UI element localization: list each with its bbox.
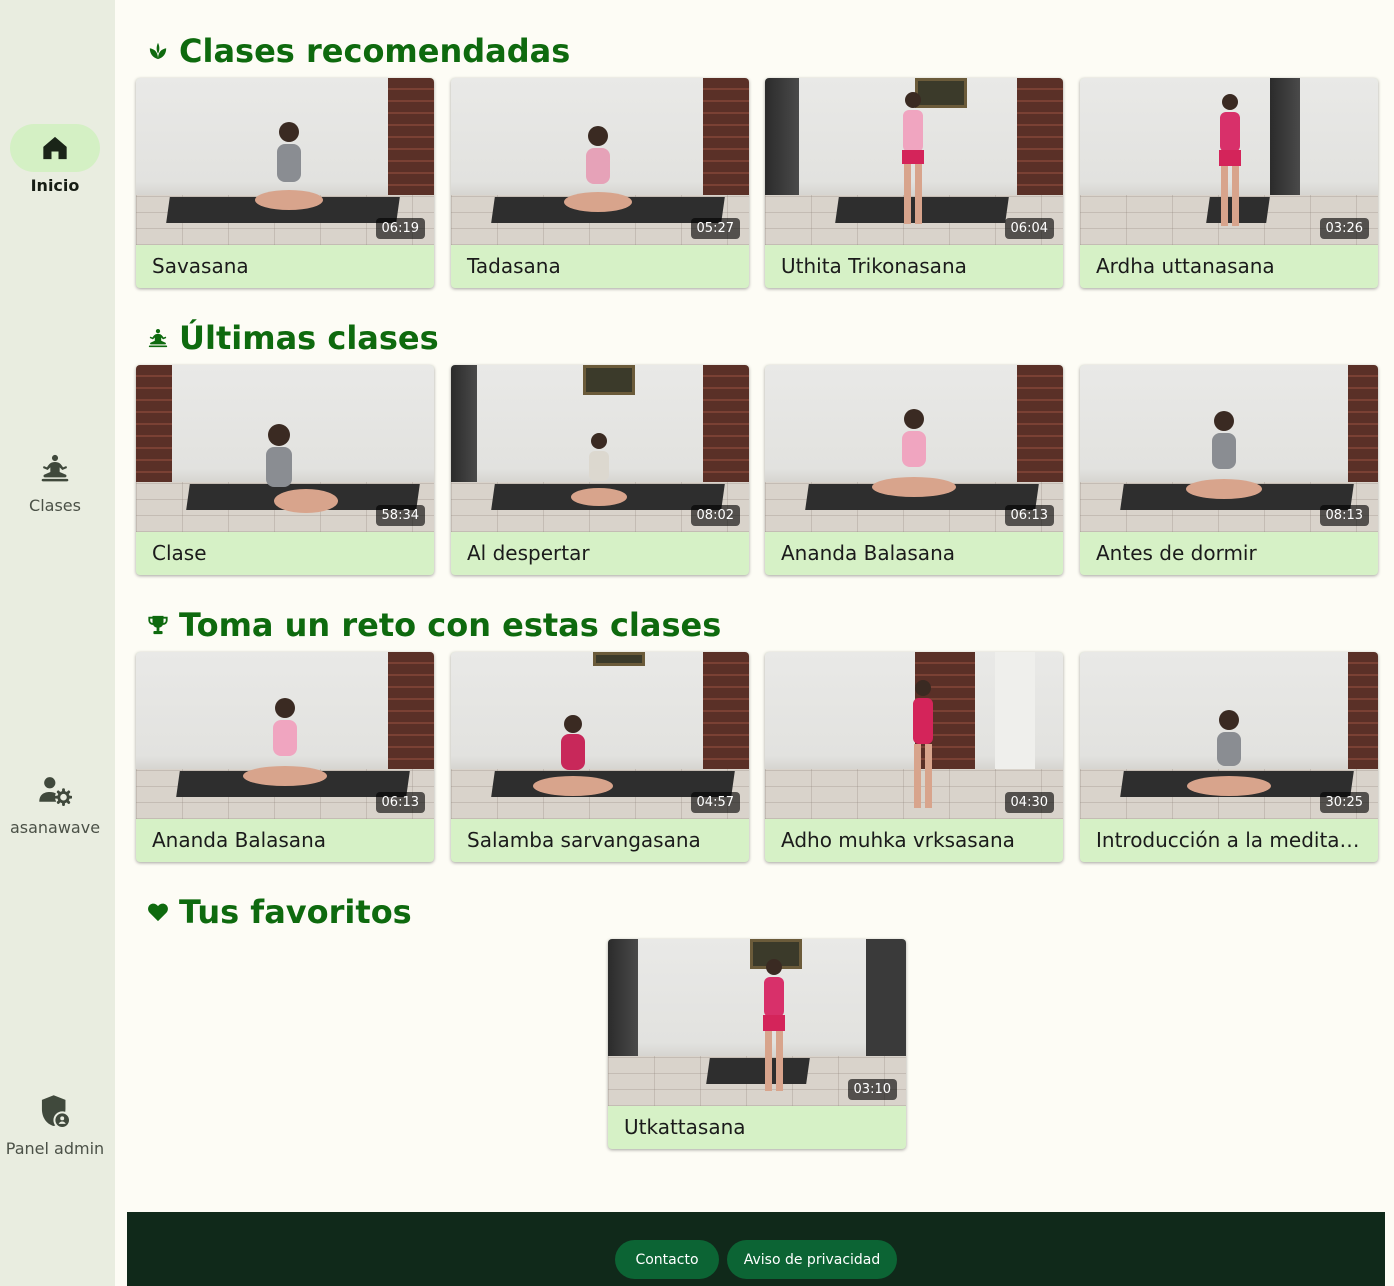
section-title-text: Clases recomendadas bbox=[179, 32, 571, 70]
video-title: Utkattasana bbox=[624, 1115, 746, 1139]
video-title: Antes de dormir bbox=[1096, 541, 1257, 565]
video-card[interactable]: 03:26 Ardha uttanasana bbox=[1080, 78, 1378, 288]
video-card[interactable]: 06:13 Ananda Balasana bbox=[136, 652, 434, 862]
nav-pill bbox=[10, 124, 100, 172]
nav-pill bbox=[10, 766, 100, 814]
video-thumbnail: 06:04 bbox=[765, 78, 1063, 245]
video-thumbnail: 03:10 bbox=[608, 939, 906, 1106]
video-title: Ardha uttanasana bbox=[1096, 254, 1275, 278]
video-card[interactable]: 08:02 Al despertar bbox=[451, 365, 749, 575]
video-thumbnail: 58:34 bbox=[136, 365, 434, 532]
video-thumbnail: 06:13 bbox=[136, 652, 434, 819]
video-title: Clase bbox=[152, 541, 207, 565]
nav-pill bbox=[10, 1087, 100, 1135]
video-card[interactable]: 08:13 Antes de dormir bbox=[1080, 365, 1378, 575]
sidebar-item-panel-admin[interactable]: Panel admin bbox=[0, 1087, 110, 1158]
video-card[interactable]: 58:34 Clase bbox=[136, 365, 434, 575]
video-card[interactable]: 06:19 Savasana bbox=[136, 78, 434, 288]
video-duration: 06:13 bbox=[1004, 505, 1054, 526]
video-card[interactable]: 06:13 Ananda Balasana bbox=[765, 365, 1063, 575]
video-duration: 06:13 bbox=[375, 792, 425, 813]
trophy-icon bbox=[147, 614, 169, 636]
video-thumbnail: 03:26 bbox=[1080, 78, 1378, 245]
video-title: Tadasana bbox=[467, 254, 561, 278]
section-title-text: Últimas clases bbox=[179, 319, 439, 357]
video-duration: 03:26 bbox=[1319, 218, 1369, 239]
video-thumbnail: 08:02 bbox=[451, 365, 749, 532]
video-title: Al despertar bbox=[467, 541, 590, 565]
video-thumbnail: 04:30 bbox=[765, 652, 1063, 819]
section-title-text: Toma un reto con estas clases bbox=[179, 606, 722, 644]
video-card[interactable]: 04:57 Salamba sarvangasana bbox=[451, 652, 749, 862]
sidebar-item-clases[interactable]: Clases bbox=[0, 444, 110, 515]
video-duration: 08:02 bbox=[690, 505, 740, 526]
leaf-icon bbox=[147, 40, 169, 62]
user-settings-icon bbox=[38, 774, 72, 806]
admin-shield-icon bbox=[39, 1094, 71, 1128]
video-duration: 05:27 bbox=[690, 218, 740, 239]
video-card[interactable]: 06:04 Uthita Trikonasana bbox=[765, 78, 1063, 288]
nav-pill bbox=[10, 444, 100, 492]
section-title: Clases recomendadas bbox=[147, 31, 570, 71]
video-card[interactable]: 04:30 Adho muhka vrksasana bbox=[765, 652, 1063, 862]
video-title: Introducción a la meditación bbox=[1096, 828, 1378, 852]
video-card[interactable]: 03:10 Utkattasana bbox=[608, 939, 906, 1149]
contact-button[interactable]: Contacto bbox=[615, 1240, 719, 1279]
sidebar-item-inicio[interactable]: Inicio bbox=[0, 124, 110, 195]
video-duration: 06:04 bbox=[1004, 218, 1054, 239]
video-duration: 06:19 bbox=[375, 218, 425, 239]
section-title: Últimas clases bbox=[147, 318, 439, 358]
footer: Contacto Aviso de privacidad bbox=[127, 1212, 1385, 1286]
home-icon bbox=[41, 134, 69, 162]
sidebar-item-label: Inicio bbox=[30, 176, 80, 195]
video-thumbnail: 04:57 bbox=[451, 652, 749, 819]
privacy-notice-button[interactable]: Aviso de privacidad bbox=[727, 1240, 897, 1279]
sidebar-item-label: Clases bbox=[29, 496, 81, 515]
sidebar: Inicio Clases asanawave Panel admin bbox=[0, 0, 115, 1286]
meditation-icon bbox=[39, 452, 71, 484]
sidebar-item-label: asanawave bbox=[9, 818, 101, 837]
video-card[interactable]: 05:27 Tadasana bbox=[451, 78, 749, 288]
section-title-text: Tus favoritos bbox=[179, 893, 412, 931]
video-title: Ananda Balasana bbox=[152, 828, 326, 852]
section-title: Tus favoritos bbox=[147, 892, 412, 932]
video-duration: 03:10 bbox=[847, 1079, 897, 1100]
video-duration: 04:57 bbox=[690, 792, 740, 813]
video-title: Uthita Trikonasana bbox=[781, 254, 967, 278]
video-title: Adho muhka vrksasana bbox=[781, 828, 1015, 852]
video-title: Salamba sarvangasana bbox=[467, 828, 701, 852]
meditation-icon bbox=[147, 327, 169, 349]
heart-icon bbox=[147, 901, 169, 923]
video-thumbnail: 05:27 bbox=[451, 78, 749, 245]
video-card[interactable]: 30:25 Introducción a la meditación bbox=[1080, 652, 1378, 862]
video-thumbnail: 30:25 bbox=[1080, 652, 1378, 819]
section-title: Toma un reto con estas clases bbox=[147, 605, 721, 645]
sidebar-item-asanawave[interactable]: asanawave bbox=[0, 766, 110, 837]
video-duration: 30:25 bbox=[1319, 792, 1369, 813]
sidebar-item-label: Panel admin bbox=[5, 1139, 105, 1158]
video-duration: 08:13 bbox=[1319, 505, 1369, 526]
video-title: Ananda Balasana bbox=[781, 541, 955, 565]
video-thumbnail: 06:19 bbox=[136, 78, 434, 245]
video-duration: 04:30 bbox=[1004, 792, 1054, 813]
video-duration: 58:34 bbox=[375, 505, 425, 526]
video-thumbnail: 06:13 bbox=[765, 365, 1063, 532]
video-title: Savasana bbox=[152, 254, 249, 278]
video-thumbnail: 08:13 bbox=[1080, 365, 1378, 532]
